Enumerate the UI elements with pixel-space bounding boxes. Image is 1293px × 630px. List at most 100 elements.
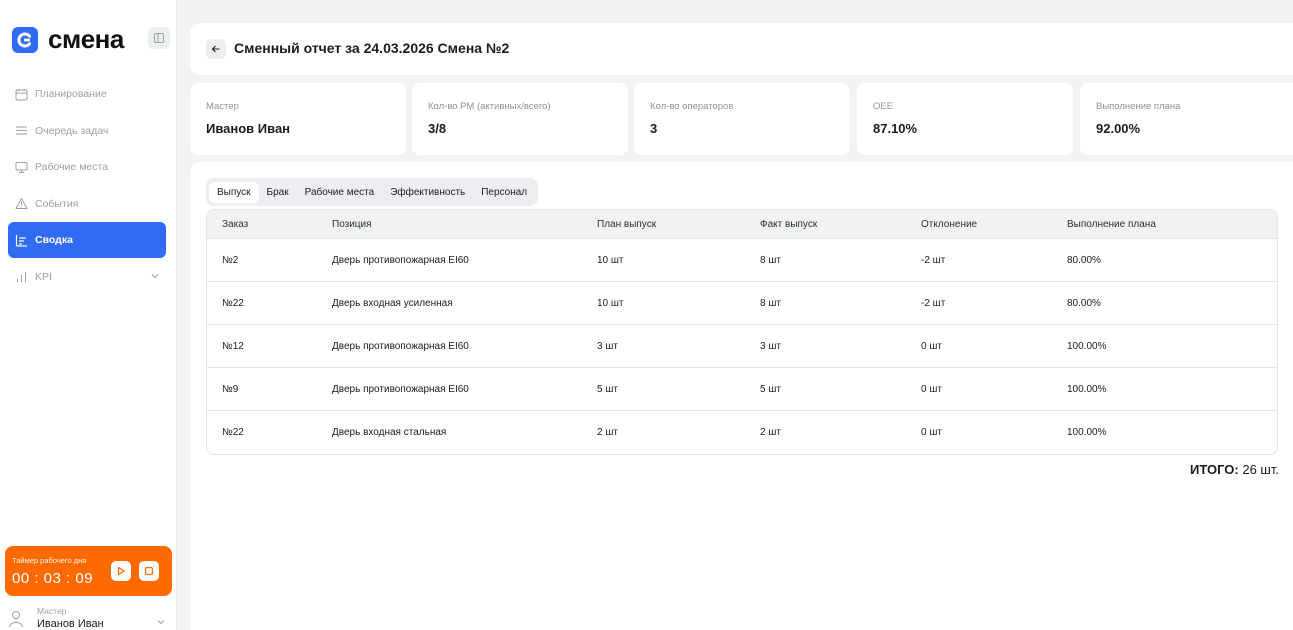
- plan-output-cell: 10 шт: [597, 297, 624, 309]
- stop-icon: [144, 566, 154, 576]
- output-table: Заказ Позиция План выпуск Факт выпуск От…: [206, 209, 1278, 455]
- kpi-card-label: Мастер: [206, 101, 239, 112]
- position-cell: Дверь противопожарная EI60: [332, 383, 469, 395]
- user-menu[interactable]: Мастер Иванов Иван: [6, 604, 172, 630]
- order-cell: №2: [222, 254, 239, 266]
- warning-icon: [14, 197, 28, 211]
- tab-workplaces[interactable]: Рабочие места: [297, 182, 383, 203]
- user-avatar-icon: [8, 610, 24, 630]
- plan-output-cell: 5 шт: [597, 383, 618, 395]
- kpi-card-label: Кол-во РМ (активных/всего): [428, 101, 551, 112]
- column-header[interactable]: Факт выпуск: [760, 210, 817, 238]
- sidebar-item-label: Планирование: [35, 88, 107, 100]
- plan-output-cell: 10 шт: [597, 254, 624, 266]
- sidebar-item-task-queue[interactable]: Очередь задач: [8, 113, 166, 149]
- actual-output-cell: 8 шт: [760, 297, 781, 309]
- total-label: ИТОГО:: [1190, 462, 1239, 477]
- plan-output-cell: 2 шт: [597, 427, 618, 438]
- tab-personnel[interactable]: Персонал: [473, 182, 535, 203]
- timer-value: 00 : 03 : 09: [12, 570, 94, 587]
- sidebar-item-label: Рабочие места: [35, 161, 109, 173]
- sidebar-collapse-button[interactable]: [148, 27, 170, 49]
- list-icon: [14, 124, 28, 138]
- timer-play-button[interactable]: [111, 561, 131, 581]
- order-cell: №12: [222, 340, 244, 352]
- sidebar-item-planning[interactable]: Планирование: [8, 76, 166, 112]
- play-icon: [117, 566, 125, 576]
- order-cell: №22: [222, 427, 244, 438]
- actual-output-cell: 3 шт: [760, 340, 781, 352]
- user-name: Иванов Иван: [37, 618, 104, 630]
- total-value: 26 шт.: [1242, 462, 1279, 477]
- column-header[interactable]: Отклонение: [921, 210, 977, 238]
- chevron-down-icon[interactable]: [150, 271, 160, 284]
- work-day-timer: Таймер рабочего дня 00 : 03 : 09: [5, 546, 172, 596]
- deviation-cell: 0 шт: [921, 383, 942, 395]
- bar-chart-icon: [14, 270, 28, 284]
- timer-stop-button[interactable]: [139, 561, 159, 581]
- kpi-card-value: 3/8: [428, 121, 447, 136]
- column-header[interactable]: Выполнение плана: [1067, 210, 1156, 238]
- tab-defects[interactable]: Брак: [259, 182, 297, 203]
- position-cell: Дверь входная усиленная: [332, 297, 453, 309]
- brand[interactable]: смена: [12, 24, 124, 55]
- table-row[interactable]: №12 Дверь противопожарная EI60 3 шт 3 шт…: [207, 325, 1277, 368]
- total-summary: ИТОГО: 26 шт.: [1190, 462, 1279, 477]
- back-button[interactable]: [206, 39, 226, 59]
- position-cell: Дверь входная стальная: [332, 427, 447, 438]
- sidebar-item-workplaces[interactable]: Рабочие места: [8, 149, 166, 185]
- page-title: Сменный отчет за 24.03.2026 Смена №2: [234, 40, 510, 56]
- sidebar-item-events[interactable]: События: [8, 186, 166, 222]
- tab-efficiency[interactable]: Эффективность: [382, 182, 473, 203]
- kpi-card-label: OEE: [873, 101, 894, 112]
- kpi-card-workplaces: Кол-во РМ (активных/всего) 3/8: [412, 83, 628, 155]
- sidebar: смена Планирование Очередь задач Рабочие…: [0, 0, 177, 630]
- column-header[interactable]: Позиция: [332, 210, 372, 238]
- kpi-card-value: Иванов Иван: [206, 121, 291, 136]
- sidebar-item-label: Сводка: [35, 234, 73, 246]
- actual-output-cell: 5 шт: [760, 383, 781, 395]
- sidebar-nav: Планирование Очередь задач Рабочие места…: [8, 76, 166, 295]
- sidebar-item-summary[interactable]: Сводка: [8, 222, 166, 258]
- deviation-cell: 0 шт: [921, 340, 942, 352]
- kpi-card-label: Выполнение плана: [1096, 101, 1181, 112]
- table-row[interactable]: №2 Дверь противопожарная EI60 10 шт 8 шт…: [207, 239, 1277, 282]
- summary-icon: [14, 233, 28, 247]
- plan-completion-cell: 80.00%: [1067, 254, 1101, 266]
- kpi-card-plan-completion: Выполнение плана 92.00%: [1080, 83, 1293, 155]
- deviation-cell: -2 шт: [921, 254, 946, 266]
- kpi-card-value: 87.10%: [873, 121, 918, 136]
- calendar-icon: [14, 87, 28, 101]
- sidebar-item-label: KPI: [35, 270, 52, 283]
- brand-name: смена: [48, 24, 124, 54]
- actual-output-cell: 2 шт: [760, 427, 781, 438]
- kpi-card-label: Кол-во операторов: [650, 101, 734, 112]
- monitor-icon: [14, 160, 28, 174]
- column-header[interactable]: Заказ: [222, 210, 248, 238]
- plan-completion-cell: 100.00%: [1067, 383, 1107, 395]
- brand-logo-icon: [12, 26, 38, 53]
- kpi-card-value: 3: [650, 121, 658, 136]
- page-header: Сменный отчет за 24.03.2026 Смена №2: [190, 23, 1293, 75]
- panel-icon: [154, 33, 164, 43]
- order-cell: №22: [222, 297, 244, 309]
- plan-completion-cell: 100.00%: [1067, 340, 1107, 352]
- plan-output-cell: 3 шт: [597, 340, 618, 352]
- timer-label: Таймер рабочего дня: [12, 556, 87, 565]
- chevron-down-icon[interactable]: [156, 614, 166, 630]
- kpi-card-value: 92.00%: [1096, 121, 1141, 136]
- sidebar-item-kpi[interactable]: KPI: [8, 259, 166, 295]
- user-role: Мастер: [37, 606, 67, 616]
- table-row[interactable]: №22 Дверь входная стальная 2 шт 2 шт 0 ш…: [207, 411, 1277, 454]
- report-tabs: Выпуск Брак Рабочие места Эффективность …: [206, 178, 539, 206]
- kpi-card-operators: Кол-во операторов 3: [634, 83, 850, 155]
- tab-output[interactable]: Выпуск: [209, 181, 259, 203]
- deviation-cell: -2 шт: [921, 297, 946, 309]
- column-header[interactable]: План выпуск: [597, 210, 656, 238]
- table-row[interactable]: №9 Дверь противопожарная EI60 5 шт 5 шт …: [207, 368, 1277, 411]
- table-header: Заказ Позиция План выпуск Факт выпуск От…: [207, 210, 1277, 239]
- table-row[interactable]: №22 Дверь входная усиленная 10 шт 8 шт -…: [207, 282, 1277, 325]
- order-cell: №9: [222, 383, 239, 395]
- plan-completion-cell: 100.00%: [1067, 427, 1107, 438]
- kpi-card-master: Мастер Иванов Иван: [190, 83, 406, 155]
